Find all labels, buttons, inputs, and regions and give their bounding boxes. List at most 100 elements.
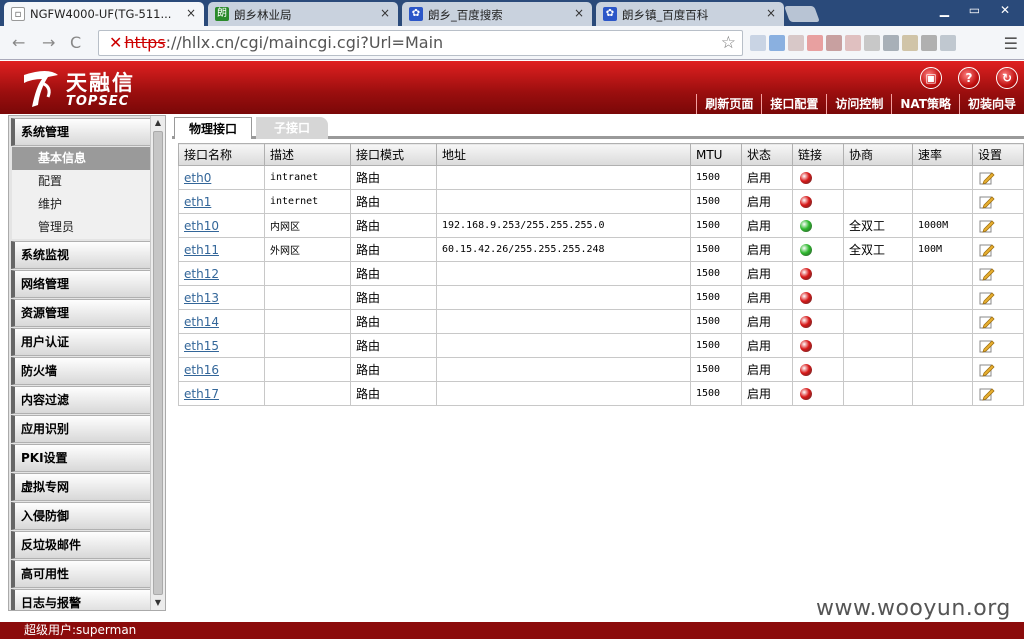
scroll-up-icon[interactable]: ▲: [151, 116, 165, 130]
edit-icon[interactable]: [979, 387, 995, 401]
cell-address: 60.15.42.26/255.255.255.248: [436, 237, 691, 262]
cell-negotiation: 全双工: [843, 213, 913, 238]
cell-link: [792, 333, 844, 358]
table-row: eth17 路由 1500 启用: [178, 381, 1024, 406]
sidebar-item-maintain[interactable]: 维护: [12, 193, 150, 216]
sidebar-group-vpn[interactable]: 虚拟专网: [11, 473, 151, 501]
close-icon[interactable]: ×: [574, 6, 584, 20]
top-nav: 刷新页面 接口配置 访问控制 NAT策略 初装向导: [696, 94, 1024, 114]
cell-settings: [972, 357, 1024, 382]
sidebar-scrollbar[interactable]: ▲ ▼: [150, 116, 165, 610]
bookmark-star-icon[interactable]: ☆: [721, 31, 736, 55]
cell-mtu: 1500: [690, 333, 742, 358]
interface-link[interactable]: eth10: [184, 219, 219, 233]
sidebar-group-ha[interactable]: 高可用性: [11, 560, 151, 588]
edit-icon[interactable]: [979, 243, 995, 257]
cell-name: eth10: [178, 213, 265, 238]
cell-speed: [912, 165, 973, 190]
cell-mode: 路由: [350, 309, 437, 334]
address-bar[interactable]: ✕ https://hllx.cn/cgi/maincgi.cgi?Url=Mai…: [98, 30, 743, 56]
interface-link[interactable]: eth14: [184, 315, 219, 329]
cell-link: [792, 237, 844, 262]
close-icon[interactable]: ×: [186, 6, 196, 20]
brand-cn: 天融信: [66, 70, 135, 95]
forward-icon[interactable]: →: [42, 33, 55, 52]
logo-mark-icon: [24, 71, 58, 107]
help-icon[interactable]: ?: [958, 67, 980, 89]
edit-icon[interactable]: [979, 171, 995, 185]
interface-link[interactable]: eth12: [184, 267, 219, 281]
nav-nat-policy[interactable]: NAT策略: [891, 94, 959, 114]
nav-access-control[interactable]: 访问控制: [826, 94, 891, 114]
scroll-thumb[interactable]: [153, 131, 163, 595]
status-bar: 超级用户:superman: [0, 622, 1024, 639]
sidebar-group-ips[interactable]: 入侵防御: [11, 502, 151, 530]
edit-icon[interactable]: [979, 315, 995, 329]
sidebar-item-admin[interactable]: 管理员: [12, 216, 150, 239]
window-controls[interactable]: ▁ ▭ ✕: [940, 3, 1018, 17]
cell-desc: 外网区: [264, 237, 351, 262]
topsec-logo: 天融信 TOPSEC: [16, 65, 156, 111]
edit-icon[interactable]: [979, 219, 995, 233]
cell-speed: [912, 261, 973, 286]
close-icon[interactable]: ×: [766, 6, 776, 20]
interface-link[interactable]: eth1: [184, 195, 211, 209]
edit-icon[interactable]: [979, 291, 995, 305]
brand-en: TOPSEC: [66, 94, 130, 109]
browser-tab[interactable]: 朗 朗乡林业局 ×: [208, 2, 398, 26]
sidebar-item-config[interactable]: 配置: [12, 170, 150, 193]
scroll-down-icon[interactable]: ▼: [151, 596, 165, 610]
sidebar-group-monitor[interactable]: 系统监视: [11, 241, 151, 269]
edit-icon[interactable]: [979, 267, 995, 281]
close-icon[interactable]: ×: [380, 6, 390, 20]
cell-desc: [264, 285, 351, 310]
sidebar-group-auth[interactable]: 用户认证: [11, 328, 151, 356]
interface-link[interactable]: eth0: [184, 171, 211, 185]
cell-name: eth14: [178, 309, 265, 334]
browser-tab[interactable]: ▫ NGFW4000-UF(TG-511... ×: [4, 2, 204, 26]
nav-setup-wizard[interactable]: 初装向导: [958, 94, 1024, 114]
col-settings: 设置: [972, 143, 1024, 166]
browser-tab[interactable]: ✿ 朗乡镇_百度百科 ×: [596, 2, 784, 26]
cell-link: [792, 165, 844, 190]
sidebar-group-pki[interactable]: PKI设置: [11, 444, 151, 472]
sidebar-item-basic-info[interactable]: 基本信息: [12, 147, 150, 170]
reload-icon[interactable]: C: [70, 33, 81, 52]
sidebar-group-system[interactable]: 系统管理: [11, 118, 151, 146]
interface-link[interactable]: eth16: [184, 363, 219, 377]
table-row: eth10 内网区 路由 192.168.9.253/255.255.255.0 150…: [178, 213, 1024, 238]
cell-mtu: 1500: [690, 357, 742, 382]
interface-link[interactable]: eth13: [184, 291, 219, 305]
edit-icon[interactable]: [979, 363, 995, 377]
edit-icon[interactable]: [979, 339, 995, 353]
back-icon[interactable]: ←: [12, 33, 25, 52]
cell-speed: 1000M: [912, 213, 973, 238]
menu-icon[interactable]: ☰: [1004, 34, 1018, 53]
tab-sub-interface[interactable]: 子接口: [256, 117, 328, 139]
edit-icon[interactable]: [979, 195, 995, 209]
app-header: 天融信 TOPSEC ▣ ? ↻ 刷新页面 接口配置 访问控制 NAT策略 初装…: [0, 61, 1024, 114]
sidebar-group-antispam[interactable]: 反垃圾邮件: [11, 531, 151, 559]
url-protocol: https: [124, 33, 166, 52]
sidebar-group-content-filter[interactable]: 内容过滤: [11, 386, 151, 414]
interface-link[interactable]: eth15: [184, 339, 219, 353]
sidebar-group-firewall[interactable]: 防火墙: [11, 357, 151, 385]
logout-icon[interactable]: ↻: [996, 67, 1018, 89]
table-row: eth1 internet 路由 1500 启用: [178, 189, 1024, 214]
interface-link[interactable]: eth17: [184, 387, 219, 401]
sidebar-group-network[interactable]: 网络管理: [11, 270, 151, 298]
cell-settings: [972, 189, 1024, 214]
cell-link: [792, 381, 844, 406]
cell-name: eth1: [178, 189, 265, 214]
interface-link[interactable]: eth11: [184, 243, 219, 257]
browser-tab[interactable]: ✿ 朗乡_百度搜索 ×: [402, 2, 592, 26]
save-icon[interactable]: ▣: [920, 67, 942, 89]
interface-table: 接口名称 描述 接口模式 地址 MTU 状态 链接 协商 速率 设置 eth0 i…: [178, 143, 1024, 406]
sidebar-group-resource[interactable]: 资源管理: [11, 299, 151, 327]
nav-interface-config[interactable]: 接口配置: [761, 94, 826, 114]
sidebar-group-log[interactable]: 日志与报警: [11, 589, 151, 610]
sidebar-group-app-ident[interactable]: 应用识别: [11, 415, 151, 443]
nav-refresh[interactable]: 刷新页面: [696, 94, 761, 114]
tab-physical-interface[interactable]: 物理接口: [174, 117, 252, 139]
new-tab-button[interactable]: [784, 6, 820, 22]
